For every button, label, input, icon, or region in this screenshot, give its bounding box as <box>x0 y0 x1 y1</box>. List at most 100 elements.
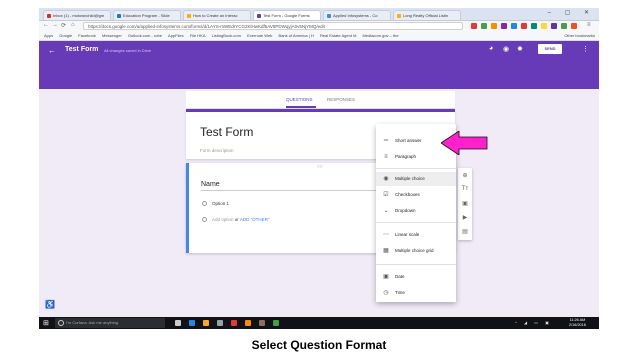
bookmark[interactable]: Evernote Web <box>247 32 272 40</box>
menu-item-label: Linear scale <box>395 232 420 237</box>
extension-icon[interactable] <box>521 23 527 29</box>
menu-icon[interactable]: ≡ <box>587 22 591 28</box>
reload-icon[interactable]: ⟳ <box>61 22 66 29</box>
windows-start-icon[interactable]: ⊞ <box>43 319 49 327</box>
cortana-search[interactable]: I'm Cortana. Ask me anything. <box>55 318 165 328</box>
extension-icon[interactable] <box>491 23 497 29</box>
app-icon[interactable] <box>273 320 279 326</box>
bookmark[interactable]: Outlook.com - robe <box>128 32 162 40</box>
radio-icon: ◉ <box>383 176 389 182</box>
app-icon[interactable] <box>259 320 265 326</box>
send-button[interactable]: SEND <box>538 44 562 54</box>
gmail-icon <box>47 14 51 18</box>
short-answer-icon: ═ <box>383 138 389 144</box>
menu-item-dropdown[interactable]: ⌄ Dropdown <box>376 204 456 218</box>
more-icon[interactable]: ⋮ <box>582 45 589 53</box>
add-title-icon[interactable]: Tт <box>458 186 472 192</box>
browser-tab[interactable]: Long Realty Official Listin <box>393 10 461 20</box>
menu-item-linear-scale[interactable]: ⋯ Linear scale <box>376 228 456 242</box>
accessibility-icon[interactable]: ♿ <box>45 300 55 309</box>
extension-icon[interactable] <box>501 23 507 29</box>
cortana-icon <box>58 320 64 326</box>
question-title[interactable]: Name <box>201 181 220 188</box>
browser-tab-bar: Inbox (1) - motownchild@gm Education Pro… <box>39 8 599 21</box>
browser-tab[interactable]: How to Create an Interac <box>183 10 251 20</box>
add-option[interactable]: Add option <box>212 217 234 222</box>
tab-responses[interactable]: RESPONSES <box>327 97 355 102</box>
bookmark[interactable]: AppFiles <box>168 32 184 40</box>
url-field[interactable]: https://docs.google.com/a/applied-infosy… <box>83 22 463 30</box>
tab-questions[interactable]: QUESTIONS <box>286 97 313 102</box>
clock-date: 2/16/2016 <box>569 323 586 327</box>
question-title-underline <box>201 190 386 191</box>
task-view-icon[interactable] <box>175 320 181 326</box>
bookmark[interactable]: Google <box>59 32 72 40</box>
edge-icon[interactable] <box>189 320 195 326</box>
side-toolbar: ⊕ Tт ▣ ▶ ▤ <box>458 168 472 240</box>
app-icon[interactable] <box>245 320 251 326</box>
browser-tab[interactable]: Education Program - Slide <box>113 10 181 20</box>
form-description[interactable]: Form description <box>200 148 234 153</box>
forms-icon <box>257 14 261 18</box>
bookmark[interactable]: Mediacom.gov – the <box>363 32 399 40</box>
back-icon[interactable]: ← <box>43 22 49 28</box>
palette-icon[interactable]: ◕ <box>489 45 493 52</box>
bookmark[interactable]: Apps <box>44 32 53 40</box>
menu-item-multiple-choice[interactable]: ◉ Multiple choice <box>376 172 456 186</box>
extension-icon[interactable] <box>551 23 557 29</box>
date-icon: ▣ <box>383 274 389 280</box>
extension-icon[interactable] <box>541 23 547 29</box>
extension-icon[interactable] <box>531 23 537 29</box>
drag-handle-icon[interactable]: ⠿⠿ <box>317 164 323 169</box>
extension-icon[interactable] <box>481 23 487 29</box>
menu-item-checkboxes[interactable]: ☑ Checkboxes <box>376 188 456 202</box>
or-text: or <box>234 217 239 222</box>
add-section-icon[interactable]: ▤ <box>458 228 472 235</box>
menu-divider <box>376 168 456 169</box>
form-title[interactable]: Test Form <box>200 125 253 139</box>
menu-item-time[interactable]: ◷ Time <box>376 286 456 300</box>
site-icon <box>327 14 331 18</box>
bookmark[interactable]: ListingBook.com <box>212 32 241 40</box>
store-icon[interactable] <box>217 320 223 326</box>
file-explorer-icon[interactable] <box>203 320 209 326</box>
option-1[interactable]: Option 1 <box>212 201 229 206</box>
settings-icon[interactable]: ✹ <box>517 45 523 53</box>
browser-tab-active[interactable]: Test Form - Google Forms <box>253 10 321 20</box>
form-doc-title[interactable]: Test Form <box>65 46 98 53</box>
menu-item-multiple-choice-grid[interactable]: ▦ Multiple choice grid <box>376 244 456 258</box>
forward-icon[interactable]: → <box>52 22 58 28</box>
bookmark[interactable]: Real Estate Agent M <box>320 32 356 40</box>
add-question-icon[interactable]: ⊕ <box>458 172 472 179</box>
browser-tab[interactable]: Inbox (1) - motownchild@gm <box>43 10 111 20</box>
extension-icon[interactable] <box>471 23 477 29</box>
window-controls[interactable]: – ▢ ✕ <box>548 9 595 16</box>
back-arrow-icon[interactable]: ← <box>48 46 56 55</box>
linear-scale-icon: ⋯ <box>383 232 389 238</box>
bookmark[interactable]: Facebook <box>78 32 96 40</box>
bookmark-other[interactable]: Other bookmarks <box>564 32 595 40</box>
menu-item-label: Paragraph <box>395 154 417 159</box>
extension-icon[interactable] <box>571 23 577 29</box>
chrome-icon[interactable] <box>231 320 237 326</box>
clock[interactable]: 11:26 AM 2/16/2016 <box>569 318 586 328</box>
page-icon <box>187 14 191 18</box>
system-tray[interactable]: ^ ◢ ▭ ▣ <box>515 320 552 325</box>
add-other-link[interactable]: ADD "OTHER" <box>240 217 270 222</box>
extension-icon[interactable] <box>561 23 567 29</box>
extension-icon[interactable] <box>511 23 517 29</box>
radio-icon <box>202 201 207 206</box>
preview-icon[interactable]: ◉ <box>503 45 509 53</box>
add-video-icon[interactable]: ▶ <box>458 214 472 221</box>
forms-header: ← Test Form All changes saved in Drive ◕… <box>39 41 599 89</box>
bookmark[interactable]: Bank of America | H <box>279 32 314 40</box>
active-tab-indicator <box>286 106 316 108</box>
bookmark[interactable]: File HKA <box>190 32 206 40</box>
bookmark[interactable]: Messenger <box>102 32 122 40</box>
browser-tab[interactable]: Applied Infosystems - Co <box>323 10 391 20</box>
pointer-arrow-icon <box>441 131 488 155</box>
radio-icon <box>202 217 207 222</box>
home-icon[interactable]: ⌂ <box>71 22 75 28</box>
menu-item-date[interactable]: ▣ Date <box>376 270 456 284</box>
add-image-icon[interactable]: ▣ <box>458 200 472 207</box>
